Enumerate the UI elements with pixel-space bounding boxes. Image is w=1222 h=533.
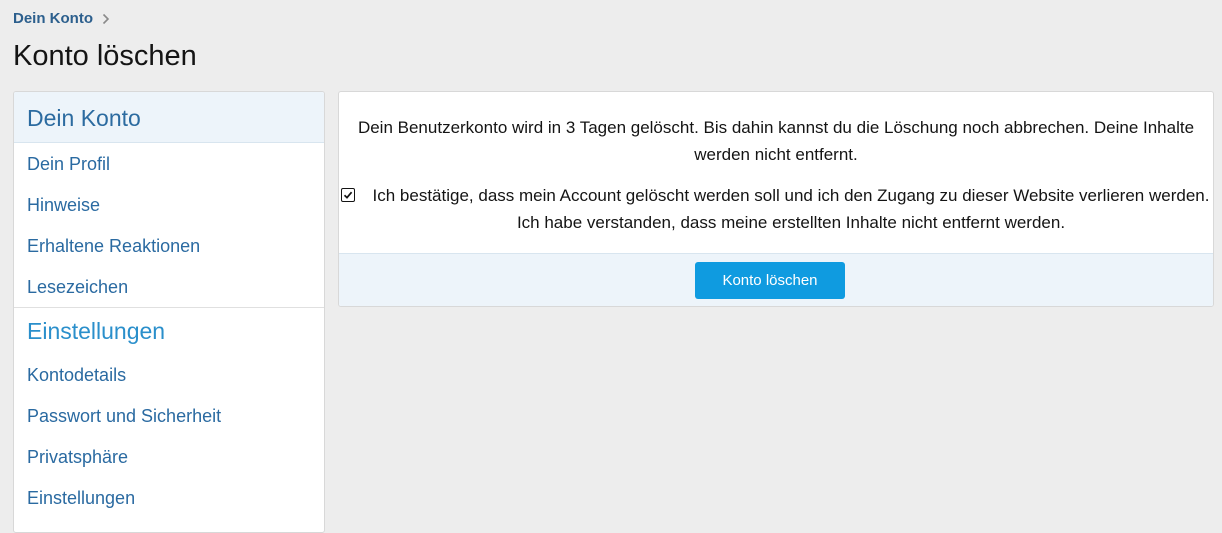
confirm-checkbox[interactable] xyxy=(341,188,355,202)
sidebar-item-erhaltene-reaktionen[interactable]: Erhaltene Reaktionen xyxy=(14,225,324,266)
confirm-label[interactable]: Ich bestätige, dass mein Account gelösch… xyxy=(355,182,1213,236)
sidebar-item-hinweise[interactable]: Hinweise xyxy=(14,184,324,225)
sidebar-item-dein-profil[interactable]: Dein Profil xyxy=(14,143,324,184)
account-sidebar: Dein Konto Dein Profil Hinweise Erhalten… xyxy=(13,91,325,533)
sidebar-item-lesezeichen[interactable]: Lesezeichen xyxy=(14,266,324,307)
panel-body: Dein Benutzerkonto wird in 3 Tagen gelös… xyxy=(339,92,1213,253)
panel-footer: Konto löschen xyxy=(339,253,1213,306)
confirm-row: Ich bestätige, dass mein Account gelösch… xyxy=(339,182,1213,236)
sidebar-item-kontodetails[interactable]: Kontodetails xyxy=(14,354,324,395)
deletion-notice: Dein Benutzerkonto wird in 3 Tagen gelös… xyxy=(357,118,1195,164)
sidebar-header-einstellungen[interactable]: Einstellungen xyxy=(14,308,324,354)
delete-account-button[interactable]: Konto löschen xyxy=(695,262,845,299)
delete-account-panel: Dein Benutzerkonto wird in 3 Tagen gelös… xyxy=(338,91,1214,307)
sidebar-header-dein-konto[interactable]: Dein Konto xyxy=(14,92,324,143)
sidebar-item-passwort-und-sicherheit[interactable]: Passwort und Sicherheit xyxy=(14,395,324,436)
checkmark-icon xyxy=(343,191,353,199)
breadcrumb-link-dein-konto[interactable]: Dein Konto xyxy=(13,10,93,27)
breadcrumb: Dein Konto xyxy=(13,10,110,27)
sidebar-item-privatsphaere[interactable]: Privatsphäre xyxy=(14,436,324,477)
page-title: Konto löschen xyxy=(13,40,197,72)
sidebar-item-einstellungen[interactable]: Einstellungen xyxy=(14,477,324,518)
chevron-right-icon xyxy=(102,13,110,25)
